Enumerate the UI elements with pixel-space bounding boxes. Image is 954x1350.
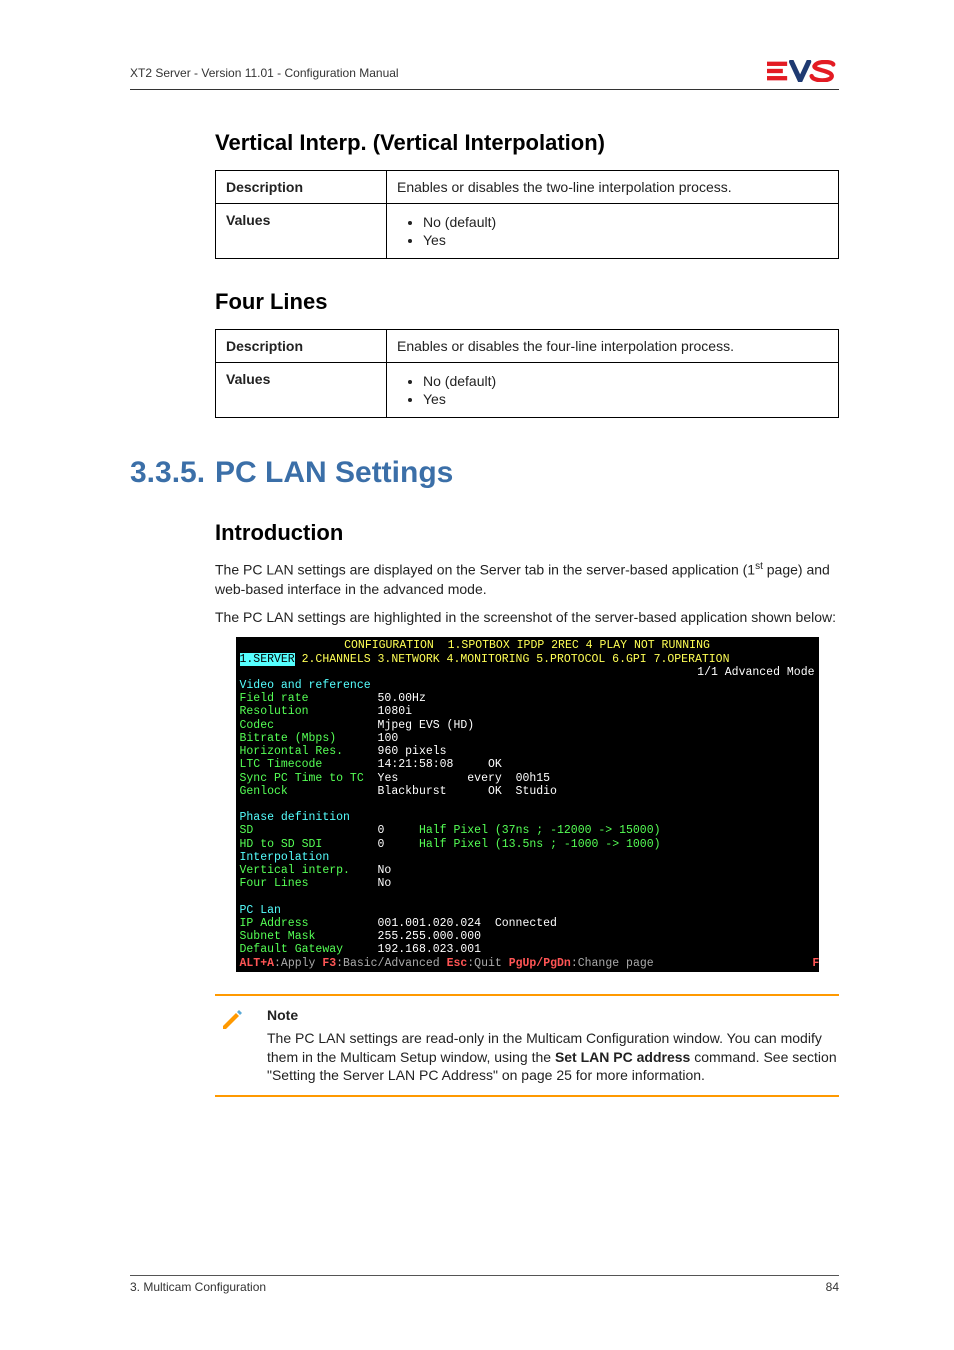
header-title: XT2 Server - Version 11.01 - Configurati…: [130, 66, 399, 80]
fl-desc-text: Enables or disables the four-line interp…: [387, 330, 839, 363]
vi-desc-label: Description: [216, 171, 387, 204]
console-title: CONFIGURATION 1.SPOTBOX IPDP 2REC 4 PLAY…: [240, 639, 815, 652]
note-text: The PC LAN settings are read-only in the…: [267, 1029, 839, 1086]
chapter-number: 3.3.5.: [130, 456, 215, 490]
console-page-indicator: 1/1 Advanced Mode: [240, 666, 815, 679]
console-tabs: 1.SERVER 2.CHANNELS 3.NETWORK 4.MONITORI…: [240, 653, 730, 666]
evs-logo: [767, 60, 839, 85]
intro-paragraph-2: The PC LAN settings are highlighted in t…: [215, 608, 839, 627]
fl-values-cell: No (default) Yes: [387, 363, 839, 418]
page-header: XT2 Server - Version 11.01 - Configurati…: [130, 60, 839, 90]
fl-values-label: Values: [216, 363, 387, 418]
fl-value-no: No (default): [423, 373, 828, 389]
note-title: Note: [267, 1006, 839, 1025]
vi-value-no: No (default): [423, 214, 828, 230]
vi-values-label: Values: [216, 204, 387, 259]
intro-heading: Introduction: [215, 520, 839, 546]
footer-left: 3. Multicam Configuration: [130, 1280, 266, 1294]
footer-page-number: 84: [826, 1280, 839, 1294]
pencil-icon: [215, 1006, 249, 1086]
console-bottom-bar: ALT+A:Apply F3:Basic/Advanced Esc:Quit P…: [240, 957, 819, 970]
vi-values-cell: No (default) Yes: [387, 204, 839, 259]
vi-value-yes: Yes: [423, 232, 828, 248]
fl-desc-label: Description: [216, 330, 387, 363]
four-lines-heading: Four Lines: [215, 289, 839, 315]
chapter-heading: 3.3.5. PC LAN Settings: [130, 456, 839, 490]
s1-h: Video and reference: [240, 679, 371, 692]
page-footer: 3. Multicam Configuration 84: [130, 1275, 839, 1294]
four-lines-table: Description Enables or disables the four…: [215, 329, 839, 418]
console-tab-server: 1.SERVER: [240, 653, 295, 666]
vertical-interp-heading: Vertical Interp. (Vertical Interpolation…: [215, 130, 839, 156]
intro-paragraph-1: The PC LAN settings are displayed on the…: [215, 560, 839, 598]
note-block: Note The PC LAN settings are read-only i…: [215, 994, 839, 1098]
chapter-title: PC LAN Settings: [215, 456, 453, 490]
fl-value-yes: Yes: [423, 391, 828, 407]
vi-desc-text: Enables or disables the two-line interpo…: [387, 171, 839, 204]
console-screenshot: CONFIGURATION 1.SPOTBOX IPDP 2REC 4 PLAY…: [236, 637, 819, 971]
vertical-interp-table: Description Enables or disables the two-…: [215, 170, 839, 259]
